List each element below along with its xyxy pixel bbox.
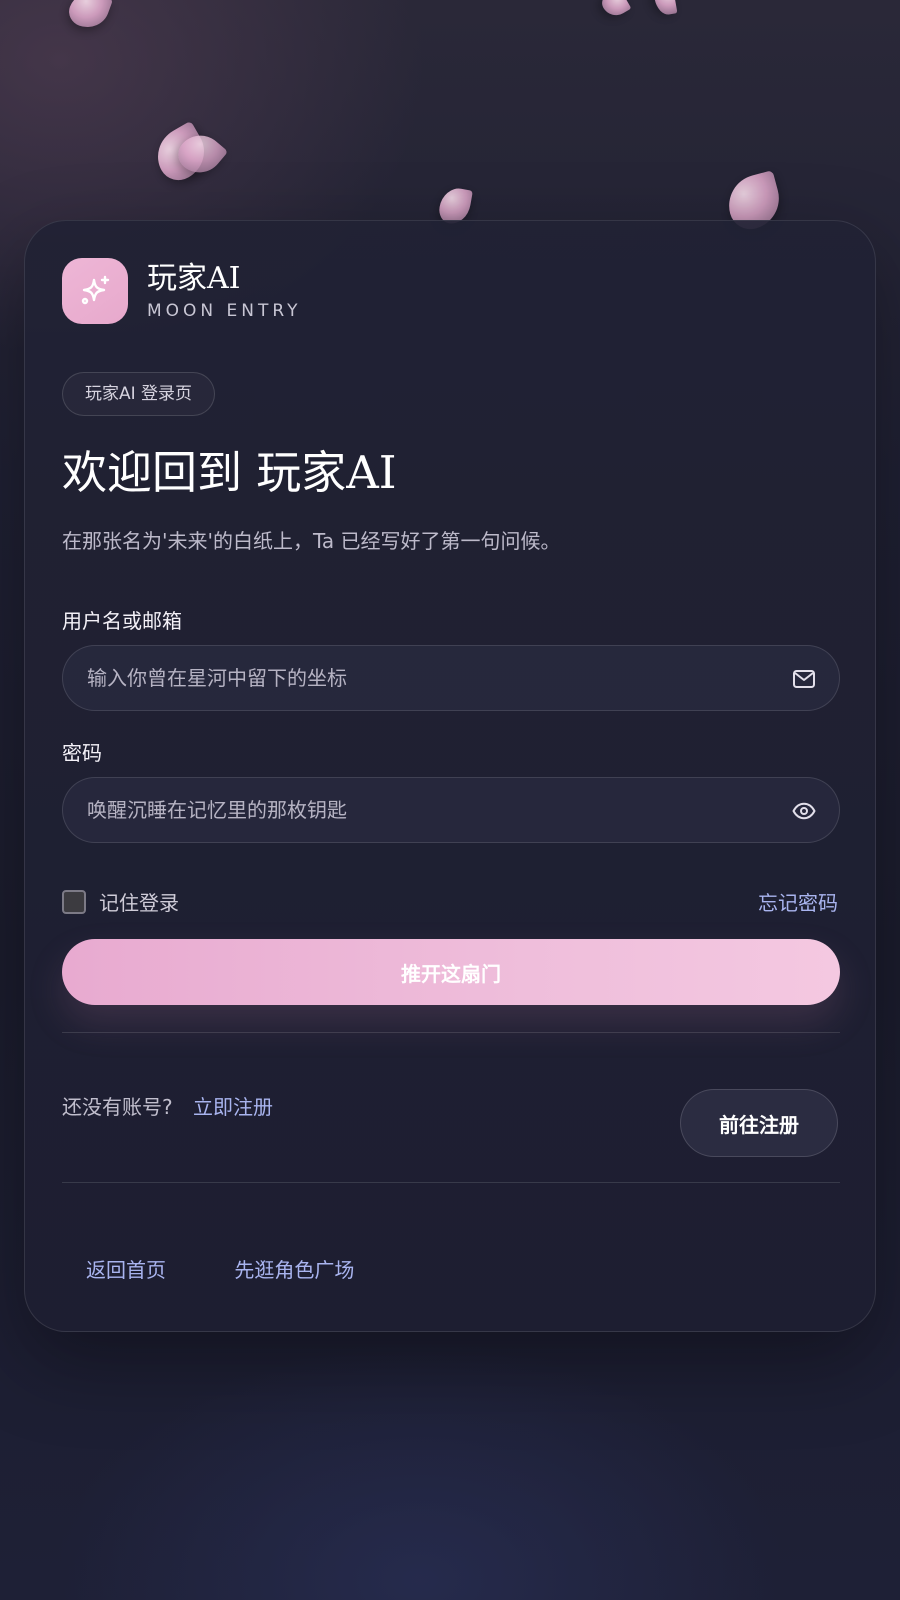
login-card: 玩家AI MOON ENTRY 玩家AI 登录页 欢迎回到 玩家AI 在那张名为… xyxy=(24,220,876,1332)
divider xyxy=(62,1032,840,1033)
register-prompt: 还没有账号? 立即注册 xyxy=(62,1091,273,1120)
forgot-password-link[interactable]: 忘记密码 xyxy=(758,887,838,916)
password-label: 密码 xyxy=(62,741,102,765)
username-label: 用户名或邮箱 xyxy=(62,609,182,633)
register-question: 还没有账号? xyxy=(62,1095,173,1119)
footer-links: 返回首页 先逛角色广场 xyxy=(86,1254,416,1283)
brand-header: 玩家AI MOON ENTRY xyxy=(62,258,302,324)
remember-label: 记住登录 xyxy=(99,891,179,915)
eye-icon[interactable] xyxy=(791,798,817,824)
sparkles-icon xyxy=(62,258,128,324)
divider xyxy=(62,1182,840,1183)
back-home-link[interactable]: 返回首页 xyxy=(86,1258,166,1282)
page-title: 欢迎回到 玩家AI xyxy=(62,446,397,499)
browse-characters-link[interactable]: 先逛角色广场 xyxy=(234,1258,354,1282)
remember-checkbox[interactable] xyxy=(62,889,86,914)
login-submit-button[interactable]: 推开这扇门 xyxy=(62,939,840,1005)
username-field-wrapper xyxy=(62,645,840,711)
petal-decoration xyxy=(64,0,114,34)
brand-name: 玩家AI xyxy=(147,261,241,296)
password-field-wrapper xyxy=(62,777,840,843)
page-tagline: 在那张名为'未来'的白纸上，Ta 已经写好了第一句问候。 xyxy=(62,529,561,553)
page-badge: 玩家AI 登录页 xyxy=(62,372,216,416)
password-input[interactable] xyxy=(87,778,747,842)
mail-icon xyxy=(791,666,817,692)
go-register-button[interactable]: 前往注册 xyxy=(680,1089,838,1157)
remember-login[interactable]: 记住登录 xyxy=(62,887,179,916)
petal-decoration xyxy=(598,0,632,21)
brand-subtitle: MOON ENTRY xyxy=(147,301,302,321)
petal-decoration xyxy=(652,0,678,17)
register-link[interactable]: 立即注册 xyxy=(193,1095,273,1119)
username-input[interactable] xyxy=(87,646,747,710)
